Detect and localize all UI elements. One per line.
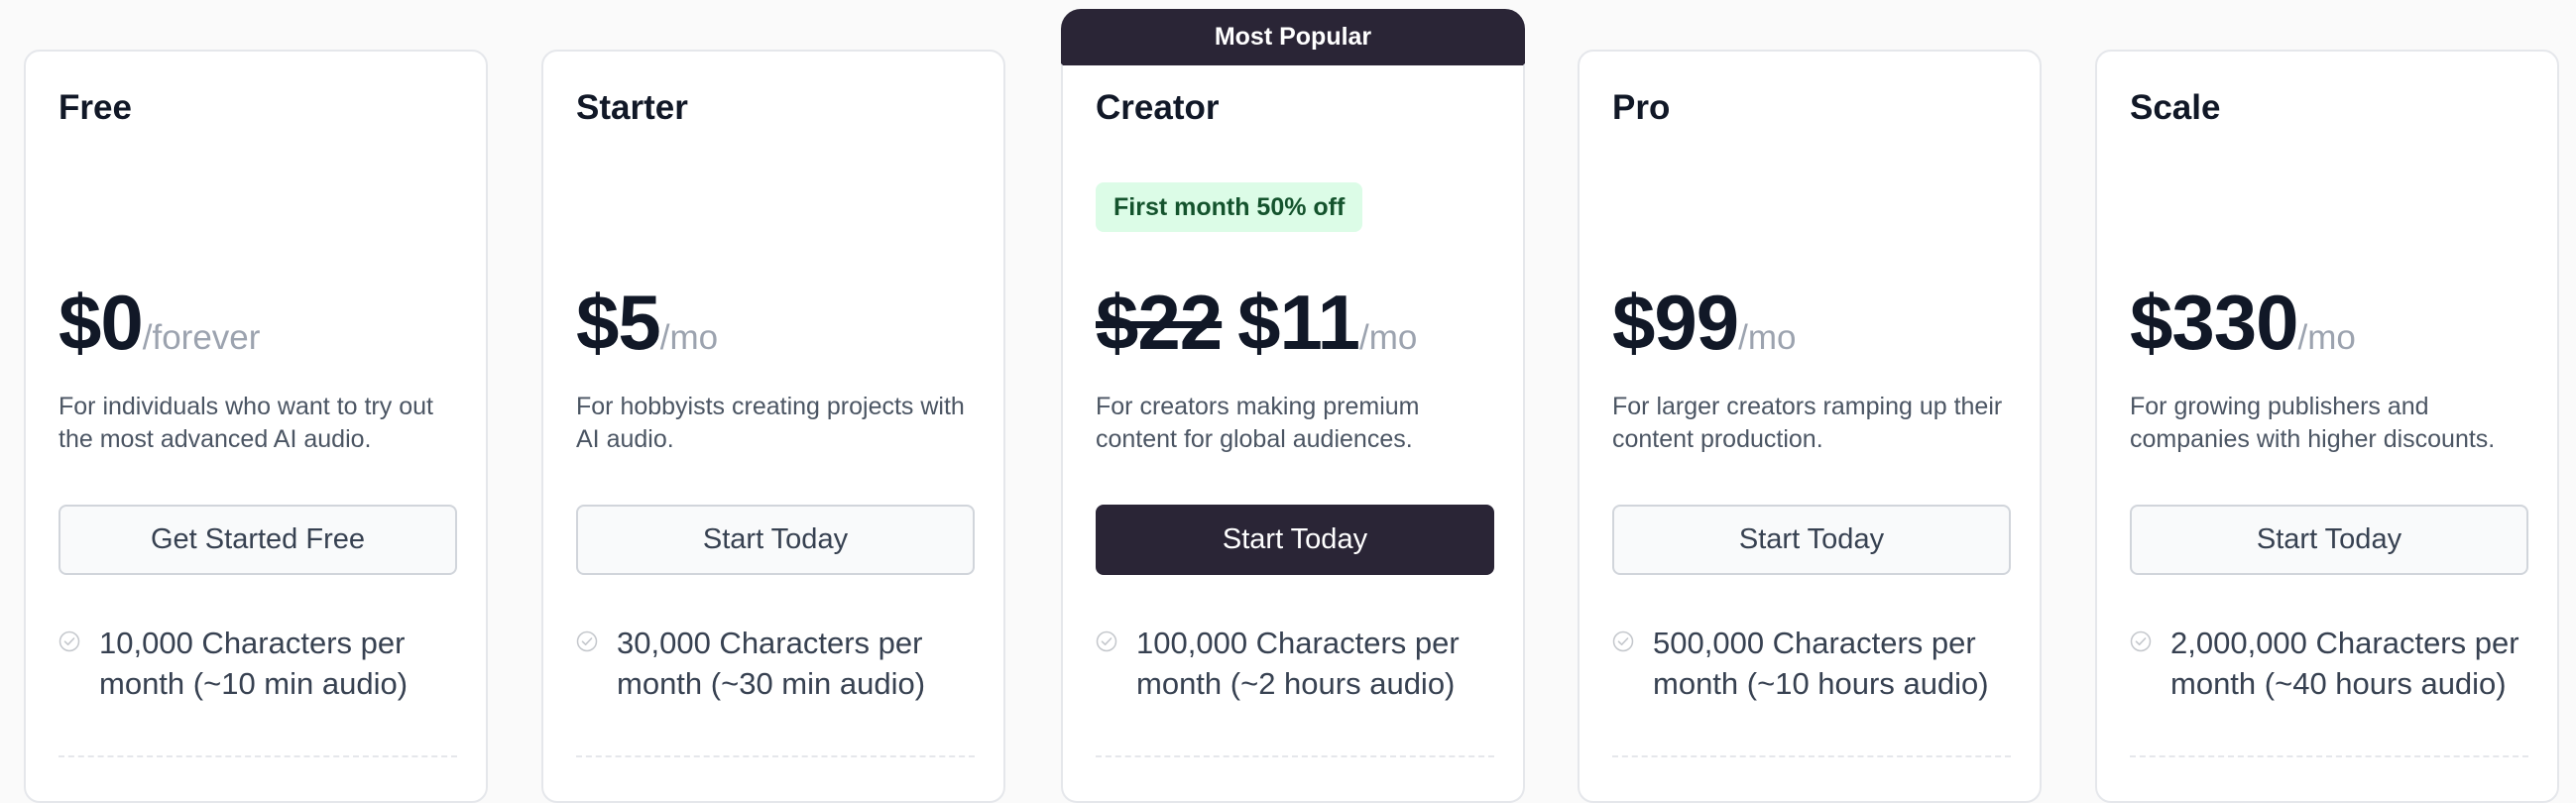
feature-text: 10,000 Characters per month (~10 min aud… <box>99 626 409 701</box>
most-popular-banner: Most Popular <box>1061 9 1525 65</box>
price-period: /mo <box>659 318 719 357</box>
check-circle-icon <box>1612 631 1634 652</box>
price: $330 <box>2130 279 2299 366</box>
plan-card-starter: Starter $5/mo For hobbyists creating pro… <box>541 50 1005 803</box>
price-period: /mo <box>2297 318 2356 357</box>
price-period: /mo <box>1358 318 1418 357</box>
plan-card-free: Free $0/forever For individuals who want… <box>24 50 488 803</box>
plan-name: Scale <box>2130 88 2221 127</box>
promo-badge: First month 50% off <box>1096 182 1363 232</box>
price-row: $0/forever <box>59 278 260 377</box>
plan-card-creator: Creator First month 50% off $22 $11/mo Fo… <box>1061 63 1525 803</box>
check-circle-icon <box>1096 631 1117 652</box>
start-today-button[interactable]: Start Today <box>576 505 975 575</box>
price-row: $330/mo <box>2130 278 2356 377</box>
plan-description: For individuals who want to try out the … <box>59 393 433 453</box>
check-circle-icon <box>2130 631 2152 652</box>
price-period: /forever <box>142 318 261 357</box>
price-period: /mo <box>1738 318 1797 357</box>
price: $11 <box>1237 279 1360 366</box>
plan-name: Starter <box>576 88 688 127</box>
price-row: $5/mo <box>576 278 718 377</box>
plan-description: For growing publishers and companies wit… <box>2130 393 2496 453</box>
start-today-button[interactable]: Start Today <box>1612 505 2011 575</box>
start-today-button[interactable]: Start Today <box>1096 505 1494 575</box>
feature-text: 30,000 Characters per month (~30 min aud… <box>617 626 926 701</box>
feature-text: 500,000 Characters per month (~10 hours … <box>1653 626 1989 701</box>
feature-text: 100,000 Characters per month (~2 hours a… <box>1136 626 1460 701</box>
check-circle-icon <box>576 631 598 652</box>
price: $99 <box>1612 279 1739 366</box>
price: $0 <box>59 279 144 366</box>
feature-text: 2,000,000 Characters per month (~40 hour… <box>2170 626 2519 701</box>
plan-name: Free <box>59 88 132 127</box>
plan-description: For larger creators ramping up their con… <box>1612 393 2003 453</box>
plan-description: For creators making premium content for … <box>1096 393 1420 453</box>
plan-name: Creator <box>1096 88 1220 127</box>
plan-card-scale: Scale $330/mo For growing publishers and… <box>2095 50 2559 803</box>
plan-name: Pro <box>1612 88 1671 127</box>
price: $5 <box>576 279 661 366</box>
price-row: $22 $11/mo <box>1096 278 1417 377</box>
price-row: $99/mo <box>1612 278 1797 377</box>
plan-description: For hobbyists creating projects with AI … <box>576 393 965 453</box>
old-price: $22 <box>1096 279 1223 366</box>
start-today-button[interactable]: Start Today <box>2130 505 2528 575</box>
get-started-free-button[interactable]: Get Started Free <box>59 505 457 575</box>
plan-card-pro: Pro $99/mo For larger creators ramping u… <box>1578 50 2042 803</box>
check-circle-icon <box>59 631 80 652</box>
